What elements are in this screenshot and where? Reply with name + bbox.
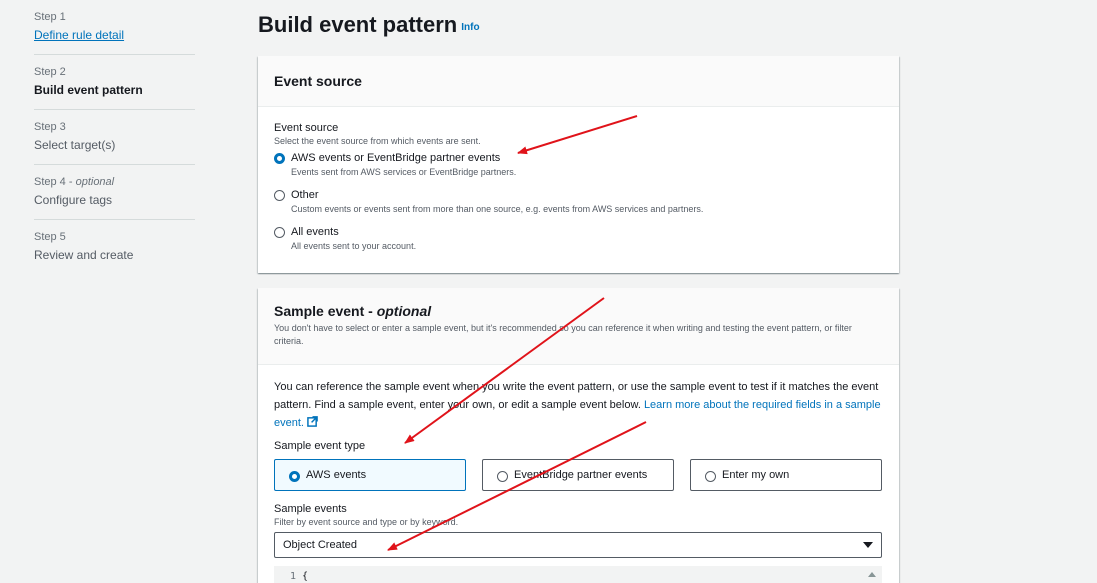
step-4: Step 4 - optional Configure tags [34, 165, 195, 220]
tile-enter-my-own[interactable]: Enter my own [690, 459, 882, 491]
wizard-steps: Step 1 Define rule detail Step 2 Build e… [34, 0, 195, 274]
sample-events-selected-value: Object Created [283, 539, 357, 551]
radio-all-events-label: All events [291, 226, 339, 238]
step-4-number: Step 4 - optional [34, 175, 195, 189]
event-source-hint: Select the event source from which event… [274, 136, 481, 146]
radio-aws-events-text: AWS events or EventBridge partner events… [291, 151, 516, 178]
sample-events-select[interactable]: Object Created [274, 532, 882, 558]
radio-all-events[interactable] [274, 227, 285, 238]
step-4-title: Configure tags [34, 193, 113, 207]
step-5-number: Step 5 [34, 231, 66, 243]
step-2-title: Build event pattern [34, 83, 143, 97]
step-5-title: Review and create [34, 248, 134, 262]
tile-enter-my-own-label: Enter my own [722, 469, 790, 481]
external-link-icon[interactable] [307, 416, 318, 427]
sample-event-type-label: Sample event type [274, 440, 366, 452]
sample-event-heading: Sample event - optional [274, 303, 883, 319]
event-source-panel: Event source Event source Select the eve… [258, 56, 899, 273]
tile-aws-events-label: AWS events [306, 469, 367, 481]
tile-aws-events[interactable]: AWS events [274, 459, 466, 491]
tile-partner-events-radio[interactable] [497, 470, 508, 482]
event-source-label: Event source [274, 122, 339, 134]
sample-event-panel-header: Sample event - optional You don't have t… [258, 288, 899, 365]
tile-partner-events-label: EventBridge partner events [514, 469, 648, 481]
radio-aws-events-label: AWS events or EventBridge partner events [291, 152, 501, 164]
radio-aws-events[interactable] [274, 153, 285, 164]
step-1-link[interactable]: Define rule detail [34, 27, 195, 44]
step-4-number-text: Step 4 - [34, 176, 76, 188]
event-source-heading: Event source [274, 73, 362, 89]
sample-event-panel: Sample event - optional You don't have t… [258, 288, 899, 583]
info-link[interactable]: Info [461, 22, 479, 33]
page-title-text: Build event pattern [258, 12, 458, 37]
radio-all-events-desc: All events sent to your account. [291, 241, 417, 251]
radio-all-events-text: All events All events sent to your accou… [291, 225, 416, 252]
step-1-number: Step 1 [34, 11, 66, 23]
sample-event-panel-body: You can reference the sample event when … [258, 365, 899, 583]
radio-other-label: Other [291, 189, 319, 201]
event-source-option-aws[interactable]: AWS events or EventBridge partner events… [274, 151, 883, 178]
step-2: Step 2 Build event pattern [34, 55, 195, 110]
scroll-up-icon[interactable] [868, 572, 876, 577]
step-3-number: Step 3 [34, 121, 66, 133]
sample-event-type-tiles: AWS events EventBridge partner events En… [274, 459, 883, 491]
radio-other-desc: Custom events or events sent from more t… [291, 204, 704, 214]
radio-aws-events-desc: Events sent from AWS services or EventBr… [291, 167, 517, 177]
sample-events-hint: Filter by event source and type or by ke… [274, 517, 459, 527]
sample-event-heading-text: Sample event - [274, 303, 377, 319]
sample-event-editor[interactable]: 1 { [274, 566, 882, 583]
step-1: Step 1 Define rule detail [34, 0, 195, 55]
step-3-title: Select target(s) [34, 138, 116, 152]
step-2-number: Step 2 [34, 66, 66, 78]
step-3: Step 3 Select target(s) [34, 110, 195, 165]
sample-events-label: Sample events [274, 503, 347, 515]
event-source-option-all[interactable]: All events All events sent to your accou… [274, 225, 883, 252]
caret-down-icon [863, 542, 873, 548]
event-source-option-other[interactable]: Other Custom events or events sent from … [274, 188, 883, 215]
editor-line-number: 1 [289, 570, 296, 582]
sample-event-heading-optional: optional [376, 303, 432, 319]
radio-other-text: Other Custom events or events sent from … [291, 188, 703, 215]
step-5: Step 5 Review and create [34, 220, 195, 274]
sample-event-description: You don't have to select or enter a samp… [274, 323, 852, 346]
tile-enter-my-own-radio[interactable] [705, 470, 716, 482]
event-source-panel-body: Event source Select the event source fro… [258, 107, 899, 252]
event-source-panel-header: Event source [258, 56, 899, 107]
step-4-optional: optional [75, 176, 115, 188]
sample-event-paragraph: You can reference the sample event when … [274, 378, 883, 432]
page-title: Build event pattern Info [258, 12, 480, 38]
tile-partner-events[interactable]: EventBridge partner events [482, 459, 674, 491]
tile-aws-events-radio[interactable] [289, 470, 300, 482]
radio-other[interactable] [274, 190, 285, 201]
editor-code-line: { [302, 570, 309, 582]
